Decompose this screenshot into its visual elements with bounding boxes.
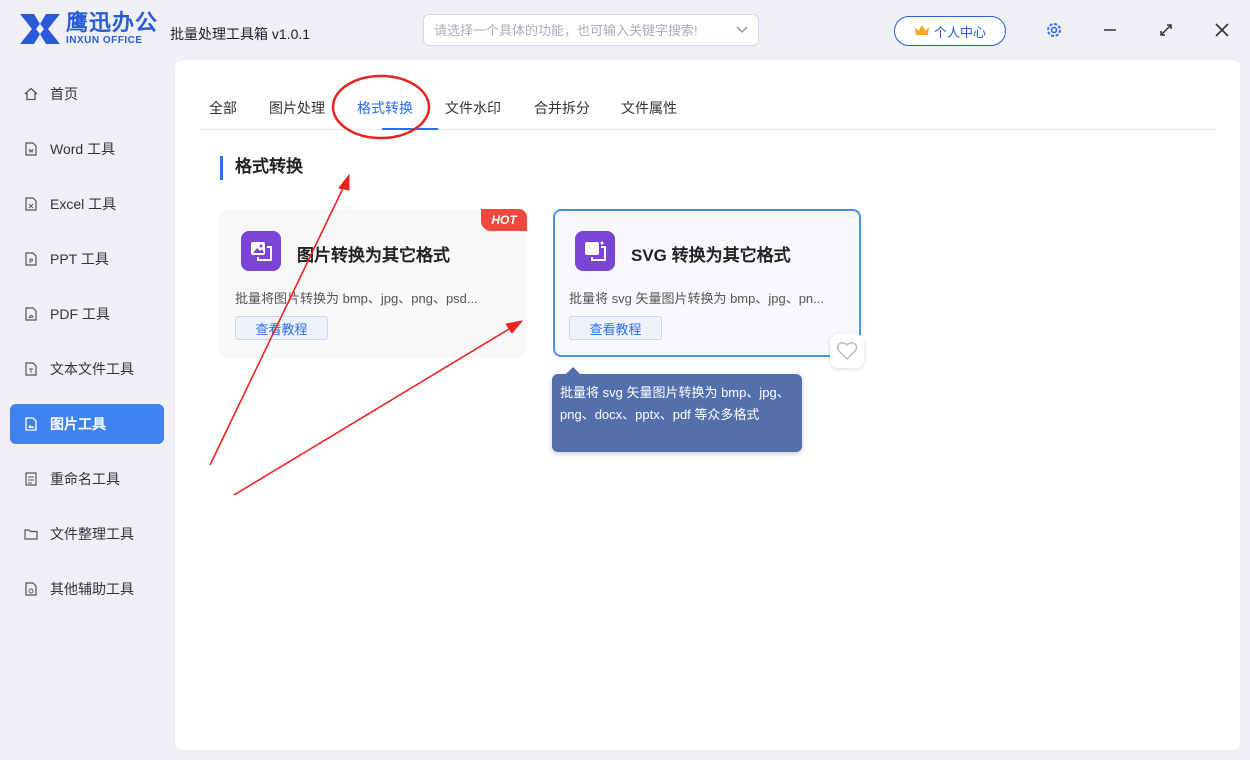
card-title: SVG 转换为其它格式 xyxy=(631,246,791,265)
favorite-heart-icon[interactable] xyxy=(830,334,864,368)
crown-icon xyxy=(914,23,930,40)
maximize-icon[interactable] xyxy=(1154,18,1178,42)
sidebar-item-label: 文本文件工具 xyxy=(50,361,134,377)
chevron-down-icon[interactable] xyxy=(736,23,748,37)
tab-image-processing[interactable]: 图片处理 xyxy=(269,98,325,118)
tab-file-properties[interactable]: 文件属性 xyxy=(621,98,677,118)
title-bar: 鹰迅办公 INXUN OFFICE 批量处理工具箱 v1.0.1 个人中心 xyxy=(0,0,1250,60)
card-tooltip: 批量将 svg 矢量图片转换为 bmp、jpg、png、docx、pptx、pd… xyxy=(552,367,802,452)
sidebar-item-label: 其他辅助工具 xyxy=(50,581,134,597)
sidebar-item-label: Excel 工具 xyxy=(50,196,117,212)
sidebar-item-label: 重命名工具 xyxy=(50,471,120,487)
hot-badge: HOT xyxy=(481,209,527,231)
svg-convert-icon xyxy=(575,231,615,271)
card-description: 批量将 svg 矢量图片转换为 bmp、jpg、pn... xyxy=(569,291,824,306)
file-icon xyxy=(24,142,38,156)
folder-icon xyxy=(24,527,38,541)
file-icon xyxy=(24,197,38,211)
sidebar-item-pdf[interactable]: PDF 工具 xyxy=(10,294,164,334)
sidebar: 首页 Word 工具 Excel 工具 PPT 工具 PDF 工具 文本文件工具… xyxy=(0,60,165,760)
file-icon xyxy=(24,252,38,266)
tab-all[interactable]: 全部 xyxy=(209,98,237,118)
tab-merge-split[interactable]: 合并拆分 xyxy=(534,98,590,118)
tool-file-icon xyxy=(24,582,38,596)
search-box[interactable] xyxy=(423,14,759,46)
sidebar-item-organize[interactable]: 文件整理工具 xyxy=(10,514,164,554)
sidebar-item-home[interactable]: 首页 xyxy=(10,74,164,114)
minimize-icon[interactable] xyxy=(1098,18,1122,42)
file-icon xyxy=(24,307,38,321)
sidebar-item-text[interactable]: 文本文件工具 xyxy=(10,349,164,389)
sidebar-item-label: Word 工具 xyxy=(50,141,116,157)
tab-format-conversion[interactable]: 格式转换 xyxy=(357,98,413,118)
sidebar-item-excel[interactable]: Excel 工具 xyxy=(10,184,164,224)
sidebar-item-label: 图片工具 xyxy=(50,416,106,432)
tab-file-watermark[interactable]: 文件水印 xyxy=(445,98,501,118)
gear-icon[interactable] xyxy=(1042,18,1066,42)
view-tutorial-button[interactable]: 查看教程 xyxy=(569,316,662,340)
logo-name-cn: 鹰迅办公 xyxy=(66,10,159,35)
sidebar-item-label: 首页 xyxy=(50,86,78,102)
app-logo: 鹰迅办公 INXUN OFFICE xyxy=(18,12,158,46)
view-tutorial-button[interactable]: 查看教程 xyxy=(235,316,328,340)
sidebar-item-label: PDF 工具 xyxy=(50,306,110,322)
sidebar-item-image[interactable]: 图片工具 xyxy=(10,404,164,444)
home-icon xyxy=(24,87,38,101)
logo-name-en: INXUN OFFICE xyxy=(66,35,143,46)
section-title: 格式转换 xyxy=(220,156,303,180)
tool-card-svg-convert[interactable]: SVG 转换为其它格式 批量将 svg 矢量图片转换为 bmp、jpg、pn..… xyxy=(553,209,861,357)
active-tab-indicator xyxy=(382,128,438,130)
tab-bar: 全部 图片处理 格式转换 文件水印 合并拆分 文件属性 xyxy=(200,90,1216,130)
sidebar-item-word[interactable]: Word 工具 xyxy=(10,129,164,169)
user-center-button[interactable]: 个人中心 xyxy=(894,16,1006,46)
sidebar-item-label: PPT 工具 xyxy=(50,251,109,267)
image-file-icon xyxy=(24,417,38,431)
sidebar-item-ppt[interactable]: PPT 工具 xyxy=(10,239,164,279)
list-icon xyxy=(24,472,38,486)
card-description: 批量将图片转换为 bmp、jpg、png、psd... xyxy=(235,291,478,306)
tool-card-image-convert[interactable]: 图片转换为其它格式 批量将图片转换为 bmp、jpg、png、psd... 查看… xyxy=(219,209,527,357)
sidebar-item-other[interactable]: 其他辅助工具 xyxy=(10,569,164,609)
sidebar-item-rename[interactable]: 重命名工具 xyxy=(10,459,164,499)
sidebar-item-label: 文件整理工具 xyxy=(50,526,134,542)
app-title: 批量处理工具箱 v1.0.1 xyxy=(170,26,311,42)
file-icon xyxy=(24,362,38,376)
logo-mark-icon xyxy=(20,14,60,44)
search-input[interactable] xyxy=(434,22,736,38)
image-convert-icon xyxy=(241,231,281,271)
user-center-label: 个人中心 xyxy=(933,24,986,40)
close-icon[interactable] xyxy=(1210,18,1234,42)
card-title: 图片转换为其它格式 xyxy=(297,246,450,265)
